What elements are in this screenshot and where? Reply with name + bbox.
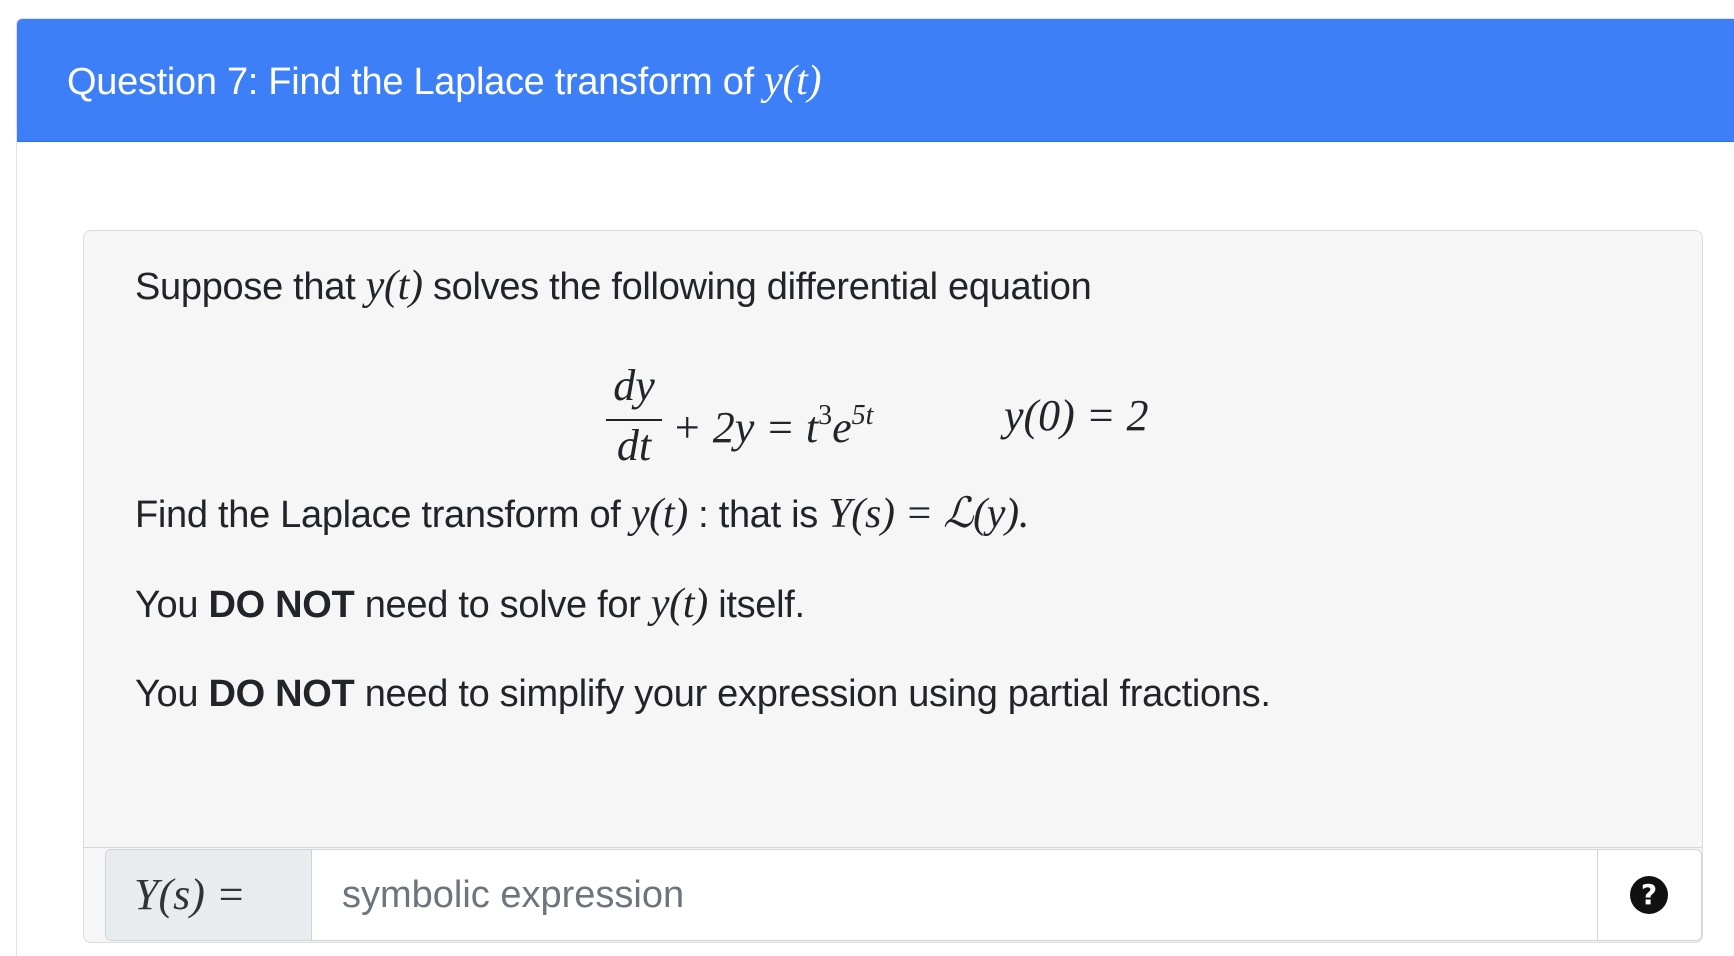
problem-panel: Suppose that y(t) solves the following d… xyxy=(83,230,1703,943)
fraction-numerator: dy xyxy=(613,361,655,410)
question-title: Question 7: Find the Laplace transform o… xyxy=(67,53,822,110)
question-title-math: y(t) xyxy=(764,58,822,104)
initial-condition: y(0) = 2 xyxy=(1004,391,1149,440)
problem-intro: Suppose that y(t) solves the following d… xyxy=(135,263,1092,309)
problem-note-simplify: You DO NOT need to simplify your express… xyxy=(135,673,1271,715)
fraction-denominator: dt xyxy=(616,421,652,470)
answer-input[interactable] xyxy=(312,850,1592,940)
question-title-text: Question 7: Find the Laplace transform o… xyxy=(67,61,765,103)
problem-note-solve: You DO NOT need to solve for y(t) itself… xyxy=(135,581,805,627)
question-header: Question 7: Find the Laplace transform o… xyxy=(17,19,1734,142)
answer-label: Y(s) = xyxy=(106,850,312,940)
answer-section: Y(s) = ? xyxy=(83,847,1703,945)
problem-find: Find the Laplace transform of y(t) : tha… xyxy=(135,491,1030,537)
question-card: Question 7: Find the Laplace transform o… xyxy=(16,18,1734,956)
question-circle-icon: ? xyxy=(1630,876,1668,914)
answer-input-group: Y(s) = ? xyxy=(105,849,1702,941)
equation-rhs: + 2y = t3e5t xyxy=(672,400,874,452)
differential-equation: dy dt + 2y = t3e5t y(0) = 2 xyxy=(604,361,1244,471)
help-button[interactable]: ? xyxy=(1597,850,1701,940)
